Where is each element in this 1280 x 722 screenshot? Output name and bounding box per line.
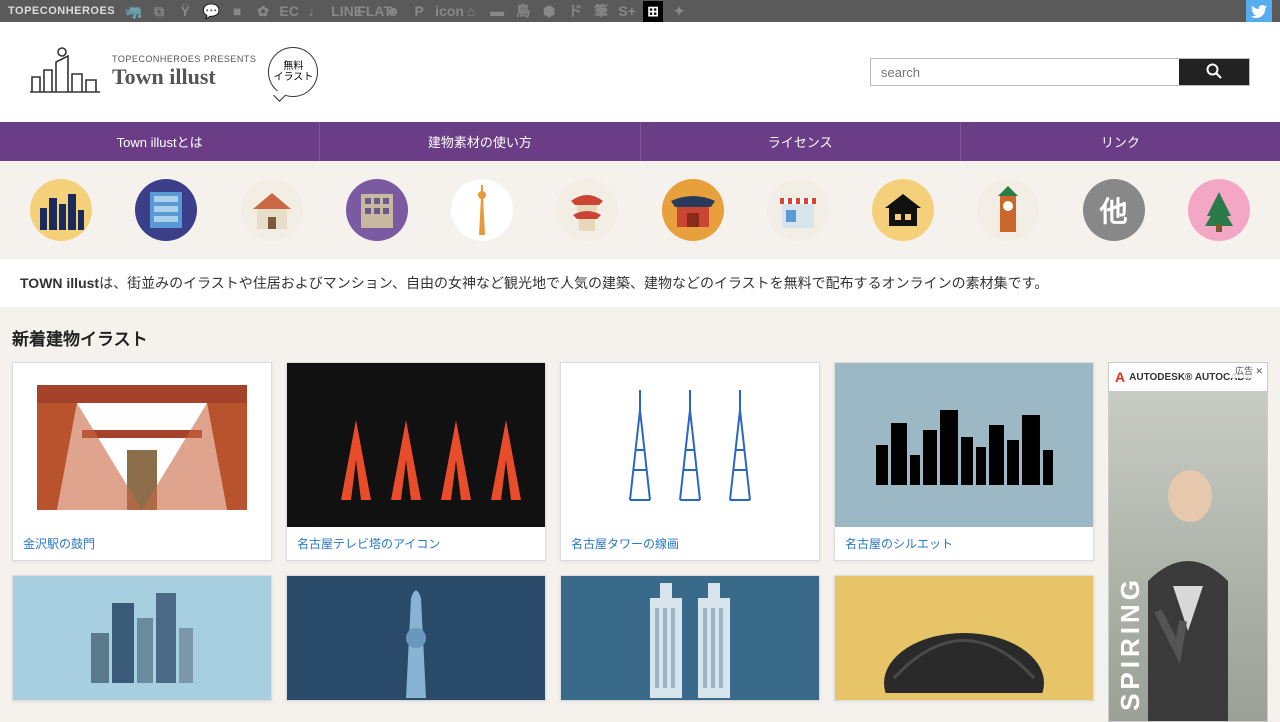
topbar-site-icon[interactable]: ♩ xyxy=(305,3,325,19)
topbar-site-icon[interactable]: LINE xyxy=(331,3,351,19)
search-input[interactable] xyxy=(871,59,1179,85)
card-nagoya-sil[interactable]: 名古屋のシルエット xyxy=(834,362,1094,561)
topbar-site-icon[interactable]: ⊞ xyxy=(643,1,663,22)
search-form xyxy=(870,58,1250,86)
topbar-site-icon[interactable]: S+ xyxy=(617,3,637,19)
ad-label[interactable]: 広告 ✕ xyxy=(1231,363,1267,378)
topbar-site-icon[interactable]: FLAT xyxy=(357,3,377,19)
topbar: TOPECONHEROES 🦏 ⧉ Ÿ 💬 ■ ✿ EC ♩ LINE FLAT ☻ Picon ⌂ ▬ 鳥… xyxy=(0,0,1280,22)
topbar-site-icon[interactable]: ⧉ xyxy=(149,3,169,20)
card-title: 名古屋テレビ塔のアイコン xyxy=(287,527,545,560)
header: TOPECONHEROES PRESENTS Town illust 無料 イラ… xyxy=(0,22,1280,122)
topbar-site-icon[interactable]: Ÿ xyxy=(175,3,195,19)
nav-link[interactable]: Town illustとは xyxy=(0,122,320,161)
ad-sidebar[interactable]: 広告 ✕ AAUTODESK® AUTOCAD® SPIRING xyxy=(1108,362,1268,722)
topbar-site-icon[interactable]: ✦ xyxy=(669,3,689,20)
topbar-site-icon[interactable]: ⬢ xyxy=(539,3,559,20)
search-button[interactable] xyxy=(1179,59,1249,85)
category-black-house[interactable] xyxy=(872,179,934,241)
category-other[interactable]: 他 xyxy=(1083,179,1145,241)
ad-person-icon xyxy=(1128,451,1248,721)
logo[interactable]: TOPECONHEROES PRESENTS Town illust 無料 イラ… xyxy=(30,42,318,102)
category-clocktower[interactable] xyxy=(977,179,1039,241)
topbar-site-icon[interactable]: ✿ xyxy=(253,3,273,20)
category-shrine[interactable] xyxy=(662,179,724,241)
card-title: 金沢駅の鼓門 xyxy=(13,527,271,560)
card-title: 名古屋タワーの線画 xyxy=(561,527,819,560)
category-tree[interactable] xyxy=(1188,179,1250,241)
twitter-button[interactable] xyxy=(1246,0,1272,22)
free-badge: 無料 イラスト xyxy=(268,47,318,97)
card-tower-2[interactable] xyxy=(286,575,546,701)
logo-sketch-icon xyxy=(30,42,100,102)
card-nagoya-line[interactable]: 名古屋タワーの線画 xyxy=(560,362,820,561)
card-title: 名古屋のシルエット xyxy=(835,527,1093,560)
card-nagoya-tv[interactable]: 名古屋テレビ塔のアイコン xyxy=(286,362,546,561)
card-dome[interactable] xyxy=(834,575,1094,701)
topbar-site-icon[interactable]: P xyxy=(409,3,429,19)
topbar-site-icon[interactable]: 筆 xyxy=(591,1,611,21)
logo-tagline: TOPECONHEROES PRESENTS xyxy=(112,54,256,64)
card-twin-towers[interactable] xyxy=(560,575,820,701)
category-building-blue[interactable] xyxy=(135,179,197,241)
topbar-site-icon[interactable]: 鳥 xyxy=(513,1,533,21)
ad-vertical-text: SPIRING xyxy=(1115,576,1146,711)
topbar-site-icon[interactable]: 🦏 xyxy=(123,3,143,20)
nav-link[interactable]: リンク xyxy=(961,122,1280,161)
card-grid: 金沢駅の鼓門 名古屋テレビ塔のアイコン 名古屋タワーの線画 xyxy=(12,362,1094,701)
category-house[interactable] xyxy=(241,179,303,241)
topbar-site-icon[interactable]: icon xyxy=(435,3,455,19)
topbar-icons: 🦏 ⧉ Ÿ 💬 ■ ✿ EC ♩ LINE FLAT ☻ Picon ⌂ ▬ 鳥 ⬢ ド筆 S+ ⊞ ✦ xyxy=(123,1,689,22)
category-tower[interactable] xyxy=(451,179,513,241)
card-kanazawa[interactable]: 金沢駅の鼓門 xyxy=(12,362,272,561)
card-city-1[interactable] xyxy=(12,575,272,701)
main-nav: Town illustとは建物素材の使い方ライセンスリンク xyxy=(0,122,1280,161)
topbar-site-icon[interactable]: 💬 xyxy=(201,3,221,20)
topbar-site-icon[interactable]: EC xyxy=(279,3,299,19)
topbar-site-icon[interactable]: ▬ xyxy=(487,3,507,19)
topbar-site-icon[interactable]: ド xyxy=(565,1,585,21)
logo-title: Town illust xyxy=(112,64,256,90)
topbar-site-icon[interactable]: ⌂ xyxy=(461,3,481,19)
category-apartment[interactable] xyxy=(346,179,408,241)
section-title: 新着建物イラスト xyxy=(0,307,1280,362)
category-skyline[interactable] xyxy=(30,179,92,241)
category-shop[interactable] xyxy=(767,179,829,241)
topbar-site-icon[interactable]: ☻ xyxy=(383,3,403,19)
intro-text: TOWN illustは、街並みのイラストや住居およびマンション、自由の女神など… xyxy=(0,259,1280,307)
nav-link[interactable]: ライセンス xyxy=(641,122,961,161)
category-row: 他 xyxy=(0,161,1280,259)
topbar-site-icon[interactable]: ■ xyxy=(227,3,247,19)
category-temple[interactable] xyxy=(556,179,618,241)
nav-link[interactable]: 建物素材の使い方 xyxy=(320,122,640,161)
topbar-brand: TOPECONHEROES xyxy=(8,5,115,17)
